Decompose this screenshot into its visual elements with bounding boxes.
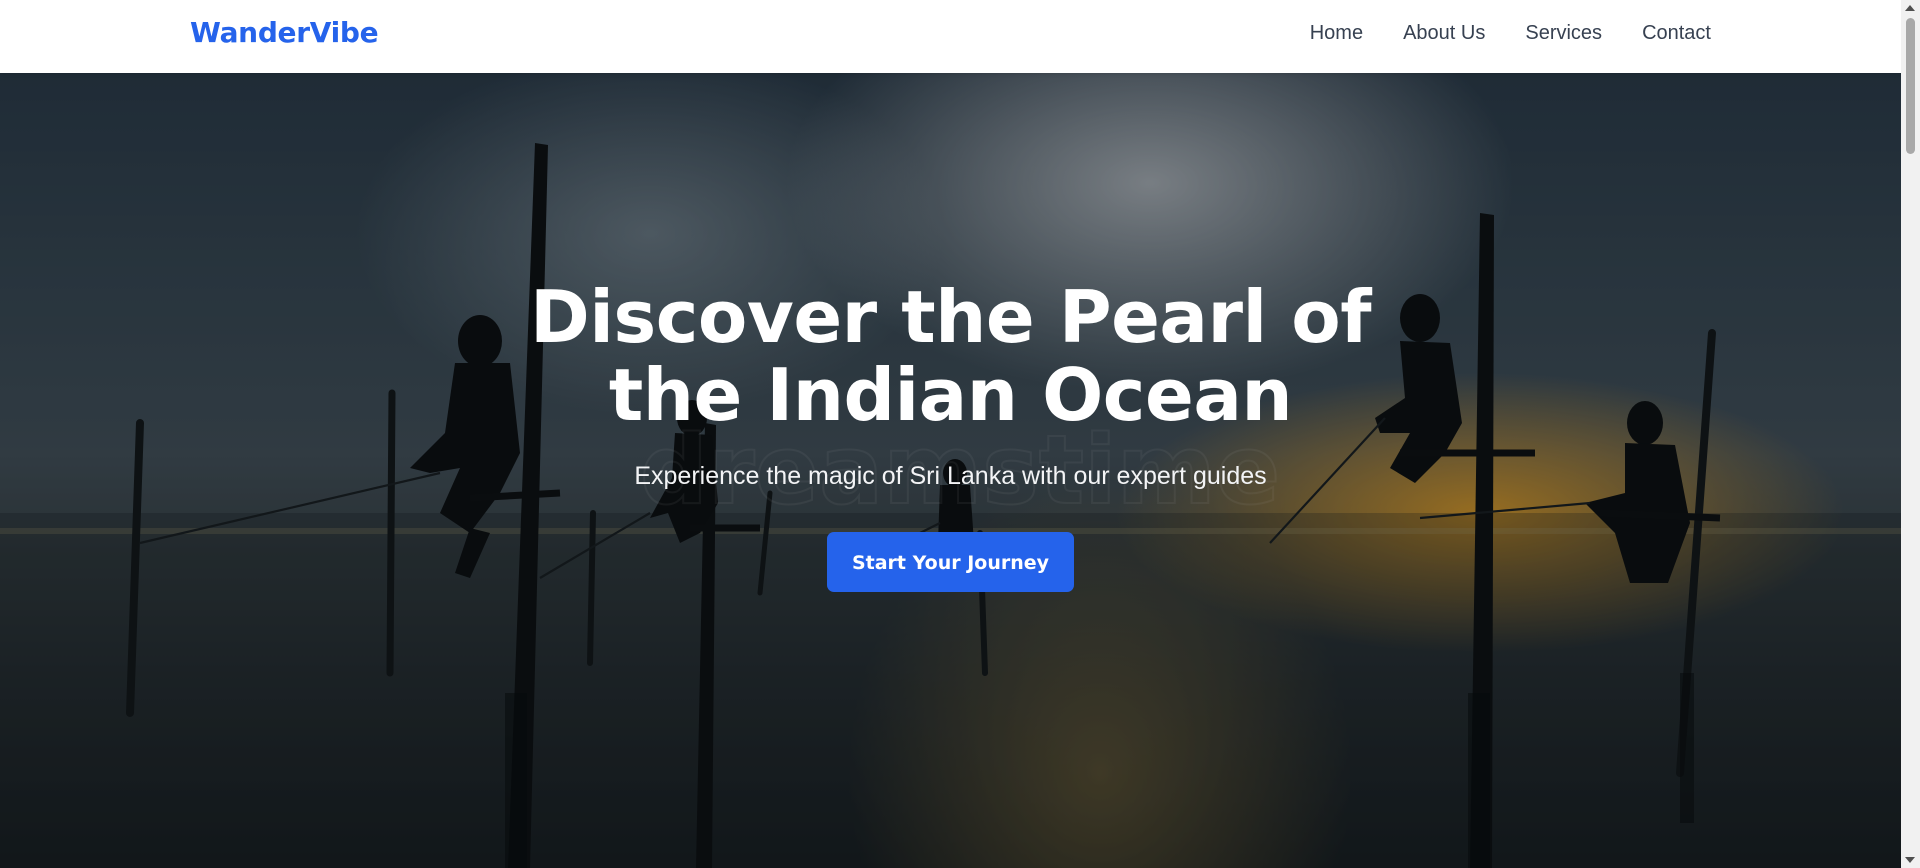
nav-link-contact[interactable]: Contact: [1642, 22, 1711, 45]
page: WanderVibe Home About Us Services Contac…: [0, 0, 1920, 868]
nav-link-services[interactable]: Services: [1525, 22, 1602, 45]
hero-subtitle: Experience the magic of Sri Lanka with o…: [634, 462, 1267, 490]
main-nav: Home About Us Services Contact: [1310, 22, 1711, 45]
hero-section: dreamstime Discover the Pearl of the Ind…: [0, 73, 1901, 868]
start-journey-button[interactable]: Start Your Journey: [827, 532, 1074, 592]
chevron-down-icon[interactable]: [1905, 857, 1915, 863]
hero-title: Discover the Pearl of the Indian Ocean: [529, 275, 1372, 437]
chevron-up-icon[interactable]: [1905, 5, 1915, 11]
page-scrollbar[interactable]: [1901, 0, 1920, 868]
hero-content: Discover the Pearl of the Indian Ocean E…: [0, 278, 1901, 592]
scrollbar-thumb[interactable]: [1906, 18, 1915, 154]
nav-link-home[interactable]: Home: [1310, 22, 1363, 45]
brand-logo[interactable]: WanderVibe: [190, 16, 379, 49]
navbar: WanderVibe Home About Us Services Contac…: [0, 0, 1901, 73]
nav-link-about-us[interactable]: About Us: [1403, 22, 1485, 45]
